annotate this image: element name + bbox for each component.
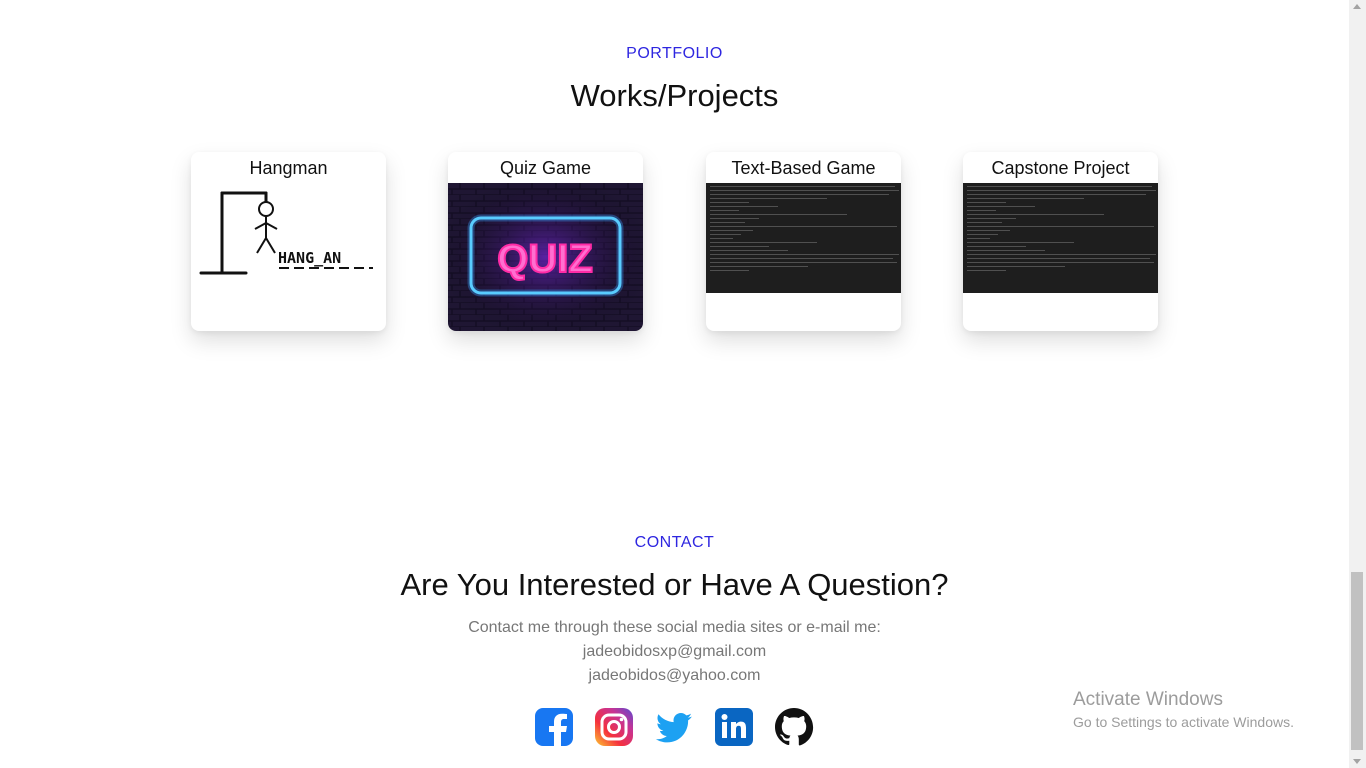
project-card-capstone-project[interactable]: Capstone Project xyxy=(963,152,1158,331)
scrollbar-thumb[interactable] xyxy=(1351,572,1363,750)
facebook-icon[interactable] xyxy=(534,707,574,747)
portfolio-eyebrow: PORTFOLIO xyxy=(626,45,723,62)
scroll-down-arrow-icon[interactable] xyxy=(1353,759,1361,764)
activate-windows-title: Activate Windows xyxy=(1073,689,1223,710)
project-title: Capstone Project xyxy=(991,158,1130,178)
twitter-icon[interactable] xyxy=(654,707,694,747)
instagram-icon[interactable] xyxy=(594,707,634,747)
hangman-image: HANG_AN xyxy=(199,191,373,275)
activate-windows-subtitle: Go to Settings to activate Windows. xyxy=(1073,714,1294,730)
code-screenshot-image xyxy=(963,183,1158,293)
quiz-image-text: QUIZ xyxy=(497,237,593,281)
portfolio-heading: Works/Projects xyxy=(570,78,779,113)
project-card-text-based-game[interactable]: Text-Based Game xyxy=(706,152,901,331)
project-title: Quiz Game xyxy=(499,158,592,178)
social-links xyxy=(534,707,814,747)
project-title: Text-Based Game xyxy=(731,158,876,178)
project-card-hangman[interactable]: Hangman HANG_AN xyxy=(191,152,386,331)
code-screenshot-image xyxy=(706,183,901,293)
page: PORTFOLIO Works/Projects Hangman HANG_AN xyxy=(0,0,1349,768)
quiz-image: QUIZ xyxy=(448,183,643,331)
project-card-quiz-game[interactable]: Quiz Game QUIZ xyxy=(448,152,643,331)
contact-intro: Contact me through these social media si… xyxy=(468,619,881,636)
email-gmail[interactable]: jadeobidosxp@gmail.com xyxy=(0,643,1349,661)
github-icon[interactable] xyxy=(774,707,814,747)
linkedin-icon[interactable] xyxy=(714,707,754,747)
project-title: Hangman xyxy=(249,158,328,178)
contact-heading: Are You Interested or Have A Question? xyxy=(400,567,949,602)
email-yahoo[interactable]: jadeobidos@yahoo.com xyxy=(0,667,1349,685)
hangman-image-text: HANG_AN xyxy=(278,249,341,267)
scroll-up-arrow-icon[interactable] xyxy=(1353,4,1361,9)
contact-eyebrow: CONTACT xyxy=(634,534,715,551)
vertical-scrollbar[interactable] xyxy=(1349,0,1366,768)
